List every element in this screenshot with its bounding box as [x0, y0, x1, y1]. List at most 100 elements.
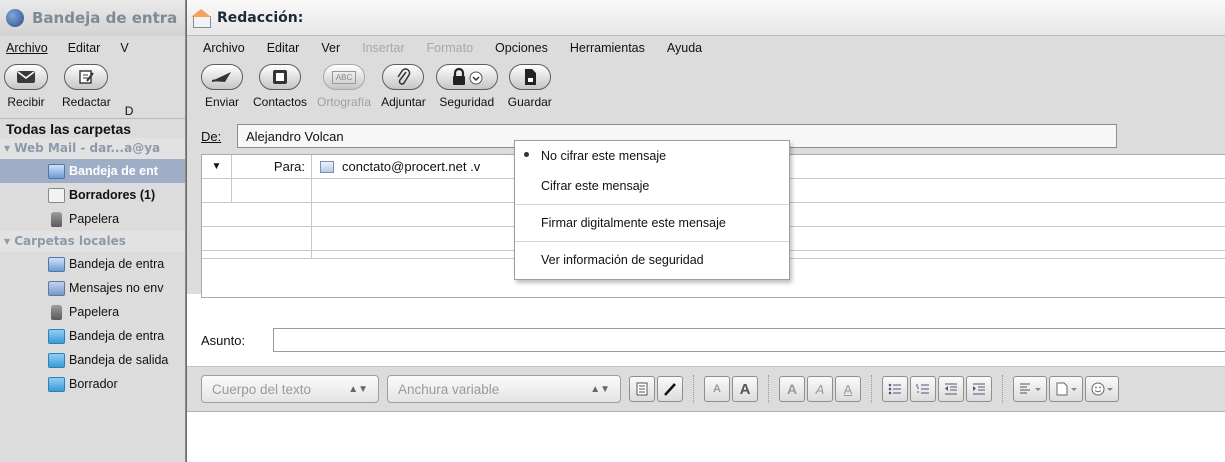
account-webmail[interactable]: ▾ Web Mail - dar...a@ya: [0, 138, 185, 159]
menu-archivo[interactable]: Archivo: [203, 41, 245, 55]
folder-local-trash[interactable]: Papelera: [0, 300, 185, 324]
menu-opciones[interactable]: Opciones: [495, 41, 548, 55]
subject-field[interactable]: [273, 328, 1225, 352]
send-icon: [201, 64, 243, 90]
folder-label: Papelera: [69, 305, 120, 319]
highlight-color-icon[interactable]: [657, 376, 683, 402]
color-group: [629, 376, 683, 402]
save-button[interactable]: Guardar: [508, 64, 552, 118]
compose-chrome: Archivo Editar Ver Insertar Formato Opci…: [187, 36, 1225, 118]
underline-button[interactable]: A: [835, 376, 861, 402]
main-window-titlebar[interactable]: Bandeja de entra: [0, 0, 185, 36]
security-button[interactable]: Seguridad: [435, 64, 498, 118]
spellcheck-button-label: Ortografía: [317, 95, 372, 109]
menu-item-label: No cifrar este mensaje: [541, 149, 667, 163]
folder-icon: [48, 376, 65, 392]
font-value: Anchura variable: [398, 381, 500, 397]
menu-item-label: Ver información de seguridad: [541, 253, 704, 267]
menu-ver[interactable]: Ver: [321, 41, 340, 55]
folder-local-outbox[interactable]: Bandeja de salida: [0, 348, 185, 372]
toolbar-separator: [768, 375, 769, 403]
compose-window-icon: [191, 8, 211, 28]
menu-editar[interactable]: Editar: [68, 41, 101, 55]
contacts-button[interactable]: Contactos: [253, 64, 307, 118]
spellcheck-button[interactable]: ABC Ortografía: [317, 64, 371, 118]
folder-icon: [48, 328, 65, 344]
compose-button[interactable]: Redactar: [62, 64, 111, 118]
menu-insertar[interactable]: Insertar: [362, 41, 404, 55]
spellcheck-icon: ABC: [323, 64, 366, 90]
indent-icon[interactable]: [966, 376, 992, 402]
larger-text-button[interactable]: A: [732, 376, 758, 402]
toolbar-truncated-button[interactable]: D: [125, 64, 134, 118]
folder-label: Bandeja de entra: [69, 329, 165, 343]
bullet-list-icon[interactable]: [882, 376, 908, 402]
inbox-icon: [48, 256, 65, 272]
formatting-toolbar: Cuerpo del texto ▲▼ Anchura variable ▲▼ …: [187, 366, 1225, 412]
send-button[interactable]: Enviar: [201, 64, 243, 118]
insert-object-icon[interactable]: [1049, 376, 1083, 402]
compose-titlebar[interactable]: Redacción:: [187, 0, 1225, 36]
folder-local-unsent[interactable]: Mensajes no env: [0, 276, 185, 300]
menu-item-digital-sign[interactable]: Firmar digitalmente este mensaje: [515, 208, 789, 238]
menu-item-security-info[interactable]: Ver información de seguridad: [515, 245, 789, 275]
folder-label: Borrador: [69, 377, 118, 391]
text-color-icon[interactable]: [629, 376, 655, 402]
trash-icon: [51, 304, 62, 320]
numbered-list-icon[interactable]: [910, 376, 936, 402]
align-icon[interactable]: [1013, 376, 1047, 402]
attach-button[interactable]: Adjuntar: [381, 64, 426, 118]
outdent-icon[interactable]: [938, 376, 964, 402]
menu-ayuda[interactable]: Ayuda: [667, 41, 702, 55]
paragraph-style-value: Cuerpo del texto: [212, 381, 312, 397]
updown-arrow-icon: ▲▼: [348, 383, 368, 395]
contacts-icon: [259, 64, 302, 90]
menu-item-no-encrypt[interactable]: No cifrar este mensaje: [515, 141, 789, 171]
menu-separator: [515, 241, 789, 242]
menu-herramientas[interactable]: Herramientas: [570, 41, 645, 55]
folder-trash-account[interactable]: Papelera: [0, 207, 185, 231]
italic-button[interactable]: A: [807, 376, 833, 402]
main-menubar: Archivo Editar V: [0, 36, 185, 60]
radio-selected-icon: [524, 152, 529, 157]
toolbar-separator: [693, 375, 694, 403]
local-folders-header[interactable]: ▾ Carpetas locales: [0, 231, 185, 252]
save-button-label: Guardar: [507, 95, 552, 109]
smaller-text-button[interactable]: A: [704, 376, 730, 402]
menu-ver[interactable]: V: [120, 41, 128, 55]
app-logo-icon: [6, 9, 24, 27]
bold-button[interactable]: A: [779, 376, 805, 402]
folder-inbox-account[interactable]: Bandeja de ent: [0, 159, 185, 183]
compose-icon: [64, 64, 109, 90]
receive-button[interactable]: Recibir: [4, 64, 48, 118]
contact-card-icon: [320, 160, 334, 173]
security-button-label: Seguridad: [439, 95, 495, 109]
text-style-group: A A A: [779, 376, 861, 402]
folder-local-drafts[interactable]: Borrador: [0, 372, 185, 396]
emoticon-icon[interactable]: [1085, 376, 1119, 402]
unsent-icon: [48, 280, 65, 296]
font-select[interactable]: Anchura variable ▲▼: [387, 375, 621, 403]
toolbar-truncated-label: D: [124, 104, 134, 118]
message-body-editor[interactable]: [187, 412, 1225, 462]
folder-label: Bandeja de ent: [69, 164, 158, 178]
main-window-title: Bandeja de entra: [32, 9, 178, 27]
menu-editar[interactable]: Editar: [267, 41, 300, 55]
menu-item-encrypt[interactable]: Cifrar este mensaje: [515, 171, 789, 201]
folder-icon: [48, 352, 65, 368]
all-folders-header[interactable]: Todas las carpetas: [0, 118, 185, 138]
envelope-icon: [4, 64, 48, 90]
paragraph-style-select[interactable]: Cuerpo del texto ▲▼: [201, 375, 379, 403]
folder-local-inbox-2[interactable]: Bandeja de entra: [0, 324, 185, 348]
recipient-type-dropdown[interactable]: ▼: [202, 155, 232, 178]
menu-item-label: Cifrar este mensaje: [541, 179, 650, 193]
menu-formato[interactable]: Formato: [427, 41, 474, 55]
spellcheck-icon-text: ABC: [331, 70, 357, 84]
local-folders-label: Carpetas locales: [14, 234, 126, 248]
folder-drafts-account[interactable]: Borradores (1): [0, 183, 185, 207]
toolbar-separator: [1002, 375, 1003, 403]
folder-local-inbox[interactable]: Bandeja de entra: [0, 252, 185, 276]
compose-menubar: Archivo Editar Ver Insertar Formato Opci…: [187, 36, 1225, 60]
menu-archivo[interactable]: Archivo: [6, 41, 48, 55]
save-icon: [508, 64, 551, 90]
